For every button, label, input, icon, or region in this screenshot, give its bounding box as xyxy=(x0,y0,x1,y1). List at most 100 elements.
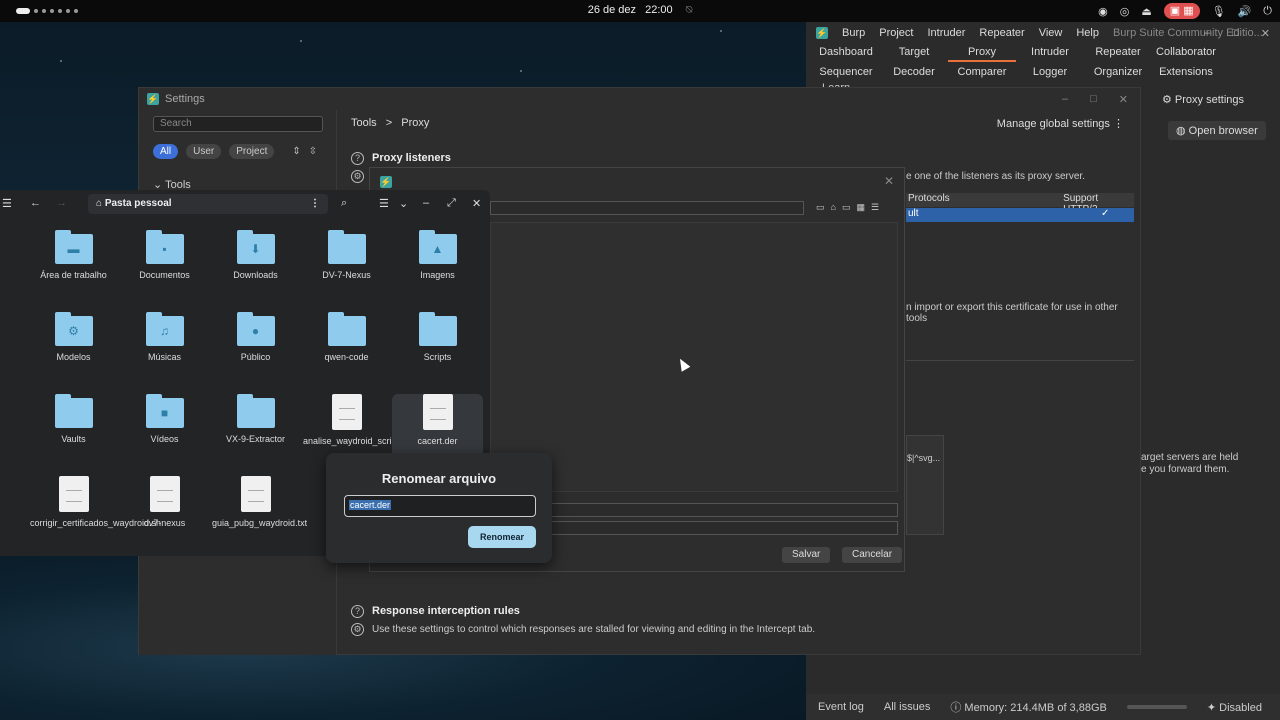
burp-logo-icon: ⚡ xyxy=(816,27,828,39)
breadcrumb-tools[interactable]: Tools xyxy=(351,117,377,129)
close-icon[interactable]: ✕ xyxy=(1261,27,1270,40)
expand-all-icon[interactable]: ⇕ xyxy=(292,146,300,157)
collapse-all-icon[interactable]: ⇳ xyxy=(309,146,317,157)
tab-repeater[interactable]: Repeater xyxy=(1084,44,1152,62)
folder-item[interactable]: Vaults xyxy=(28,394,119,464)
menu-view[interactable]: View xyxy=(1039,27,1063,39)
more-options-icon[interactable]: ⋮ xyxy=(310,194,320,214)
folder-item[interactable]: ▲ Imagens xyxy=(392,230,483,300)
tab-organizer[interactable]: Organizer xyxy=(1084,64,1152,80)
close-icon[interactable]: ✕ xyxy=(884,174,894,188)
folder-item[interactable]: ▪ Documentos xyxy=(119,230,210,300)
folder-item[interactable]: ● Público xyxy=(210,312,301,382)
filter-project-button[interactable]: Project xyxy=(229,144,275,159)
folder-item[interactable]: Scripts xyxy=(392,312,483,382)
close-icon[interactable]: ✕ xyxy=(472,197,481,210)
help-icon[interactable]: ? xyxy=(351,152,364,165)
folder-item[interactable]: ⚙ Modelos xyxy=(28,312,119,382)
folder-item[interactable]: VX-9-Extractor xyxy=(210,394,301,464)
screen-record-icon[interactable]: ▣ ▦ xyxy=(1163,3,1200,19)
folder-item[interactable]: ▬ Área de trabalho xyxy=(28,230,119,300)
minimize-icon[interactable]: – xyxy=(1204,27,1210,40)
eject-icon[interactable]: ⏏ xyxy=(1141,5,1151,18)
tab-decoder[interactable]: Decoder xyxy=(880,64,948,80)
file-item[interactable]: guia_pubg_waydroid.txt xyxy=(210,476,307,546)
folder-item[interactable]: qwen-code xyxy=(301,312,392,382)
tab-proxy[interactable]: Proxy xyxy=(948,44,1016,62)
folder-item[interactable]: ■ Vídeos xyxy=(119,394,210,464)
menu-project[interactable]: Project xyxy=(879,27,913,39)
menu-repeater[interactable]: Repeater xyxy=(979,27,1024,39)
folder-item[interactable]: ⬇ Downloads xyxy=(210,230,301,300)
power-icon[interactable]: ⏻ xyxy=(1263,5,1272,18)
item-label: cacert.der xyxy=(417,436,458,446)
tab-collaborator[interactable]: Collaborator xyxy=(1152,44,1220,62)
filter-user-button[interactable]: User xyxy=(186,144,222,159)
tab-dashboard[interactable]: Dashboard xyxy=(812,44,880,62)
table-row[interactable]: ult ✓ xyxy=(906,208,1134,222)
up-folder-icon[interactable]: ▭ xyxy=(816,202,825,213)
open-browser-button[interactable]: ◍ Open browser xyxy=(1168,121,1266,140)
menu-intruder[interactable]: Intruder xyxy=(928,27,966,39)
save-button[interactable]: Salvar xyxy=(782,547,831,563)
maximize-icon[interactable]: □ xyxy=(1232,27,1239,40)
folder-icon: ▪ xyxy=(145,230,184,264)
burp-window-controls: – □ ✕ xyxy=(1204,27,1270,40)
tab-sequencer[interactable]: Sequencer xyxy=(812,64,880,80)
chrome-icon[interactable]: ◎ xyxy=(1120,5,1130,18)
tab-target[interactable]: Target xyxy=(880,44,948,62)
event-log-button[interactable]: Event log xyxy=(818,701,864,713)
sidebar-toggle-icon[interactable]: ☰ xyxy=(2,197,12,210)
home-icon[interactable]: ⌂ xyxy=(831,202,836,213)
mic-icon[interactable]: 🎙 xyxy=(1212,5,1226,18)
settings-search-input[interactable]: Search xyxy=(153,116,323,132)
tab-comparer[interactable]: Comparer xyxy=(948,64,1016,80)
close-icon[interactable]: ✕ xyxy=(1119,93,1128,106)
file-list[interactable] xyxy=(490,222,898,492)
file-item[interactable]: dv7-nexus xyxy=(119,476,210,546)
details-view-icon[interactable]: ☰ xyxy=(871,202,879,213)
volume-icon[interactable]: 🔊 xyxy=(1238,5,1252,18)
chevron-down-icon[interactable]: ⌄ xyxy=(399,197,408,210)
maximize-icon[interactable]: ⤢ xyxy=(447,197,456,210)
tab-logger[interactable]: Logger xyxy=(1016,64,1084,80)
tab-intruder[interactable]: Intruder xyxy=(1016,44,1084,62)
search-icon[interactable]: ⌕ xyxy=(341,197,347,210)
proxy-settings-button[interactable]: ⚙ Proxy settings xyxy=(1162,93,1244,106)
manage-global-settings-button[interactable]: Manage global settings ⋮ xyxy=(997,117,1124,130)
folder-item[interactable]: ♫ Músicas xyxy=(119,312,210,382)
minimize-icon[interactable]: – xyxy=(423,197,429,209)
new-folder-icon[interactable]: ▭ xyxy=(842,202,851,213)
gear-icon[interactable]: ⚙ xyxy=(351,623,364,636)
menu-help[interactable]: Help xyxy=(1076,27,1099,39)
view-toggle-icon[interactable]: ☰ xyxy=(379,197,389,210)
filter-all-button[interactable]: All xyxy=(153,144,179,159)
ai-disabled-button[interactable]: ✦ Disabled xyxy=(1207,701,1262,714)
help-icon[interactable]: ? xyxy=(351,605,364,618)
memory-bar xyxy=(1126,705,1187,709)
cancel-button[interactable]: Cancelar xyxy=(842,547,903,563)
folder-icon: ⚙ xyxy=(54,312,93,346)
file-icon xyxy=(58,476,89,512)
back-icon[interactable]: ← xyxy=(30,197,41,209)
forward-icon[interactable]: → xyxy=(56,197,67,209)
breadcrumb-proxy[interactable]: Proxy xyxy=(401,117,429,129)
folder-item[interactable]: DV-7-Nexus xyxy=(301,230,392,300)
cell-interface: ult xyxy=(908,208,919,219)
list-view-icon[interactable]: ▦ xyxy=(856,202,865,213)
gear-icon[interactable]: ⚙ xyxy=(351,170,364,183)
rename-input[interactable]: cacert.der xyxy=(344,495,536,517)
location-bar[interactable]: ⌂ Pasta pessoal ⋮ xyxy=(88,194,328,214)
minimize-icon[interactable]: – xyxy=(1062,93,1068,106)
cell-http2-check[interactable]: ✓ xyxy=(1101,208,1109,222)
menu-burp[interactable]: Burp xyxy=(842,27,865,39)
file-item[interactable]: corrigir_certificados_waydroid.sh xyxy=(28,476,161,546)
tab-extensions[interactable]: Extensions xyxy=(1152,64,1220,80)
rename-button[interactable]: Renomear xyxy=(468,526,536,548)
look-in-combobox[interactable] xyxy=(490,201,804,215)
discord-icon[interactable]: ◉ xyxy=(1098,5,1108,18)
divider xyxy=(906,360,1134,361)
maximize-icon[interactable]: □ xyxy=(1090,93,1097,106)
clock[interactable]: 26 de dez 22:00 ⍉ xyxy=(0,4,1280,17)
all-issues-button[interactable]: All issues xyxy=(884,701,930,713)
